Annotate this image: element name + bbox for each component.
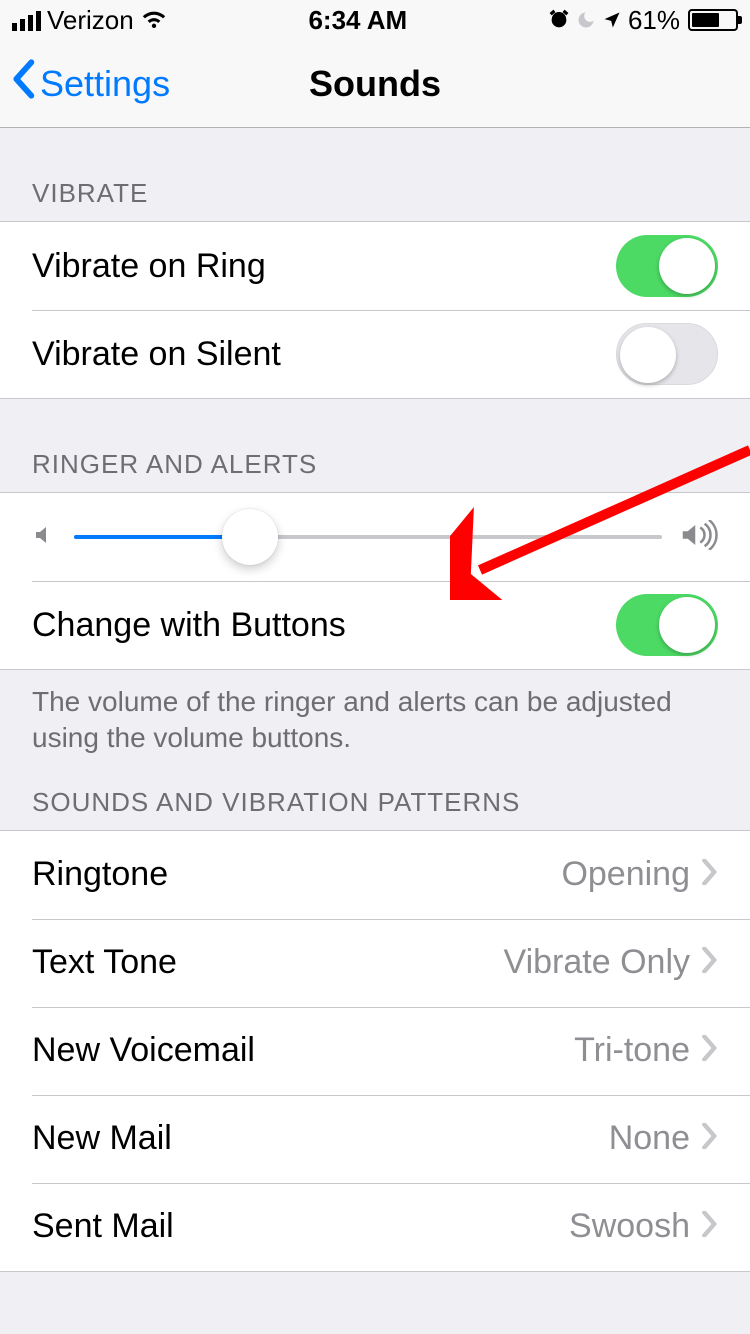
row-sound-ringtone[interactable]: Ringtone Opening — [0, 831, 750, 919]
toggle-vibrate-on-ring[interactable] — [616, 235, 718, 297]
row-sound-new-voicemail[interactable]: New Voicemail Tri-tone — [0, 1007, 750, 1095]
volume-slider[interactable] — [74, 535, 662, 539]
row-label: New Voicemail — [32, 1031, 255, 1070]
row-label: Text Tone — [32, 943, 177, 982]
section-footer-ringer: The volume of the ringer and alerts can … — [0, 670, 750, 757]
row-value: Vibrate Only — [504, 943, 690, 982]
section-header-vibrate: VIBRATE — [0, 128, 750, 221]
row-change-with-buttons[interactable]: Change with Buttons — [0, 581, 750, 669]
do-not-disturb-icon — [576, 10, 596, 30]
battery-percentage: 61% — [628, 5, 680, 36]
alarm-icon — [548, 9, 570, 31]
row-label: Vibrate on Silent — [32, 335, 281, 374]
speaker-low-icon — [32, 521, 56, 554]
wifi-icon — [140, 9, 168, 31]
back-label: Settings — [40, 63, 170, 105]
toggle-vibrate-on-silent[interactable] — [616, 323, 718, 385]
group-sounds: Ringtone Opening Text Tone Vibrate Only New … — [0, 830, 750, 1272]
status-bar: Verizon 6:34 AM 61% — [0, 0, 750, 40]
chevron-right-icon — [702, 947, 718, 978]
row-label: Sent Mail — [32, 1207, 174, 1246]
location-icon — [602, 10, 622, 30]
chevron-right-icon — [702, 1211, 718, 1242]
toggle-change-with-buttons[interactable] — [616, 594, 718, 656]
navigation-bar: Settings Sounds — [0, 40, 750, 128]
back-button[interactable]: Settings — [10, 59, 170, 108]
row-sound-text-tone[interactable]: Text Tone Vibrate Only — [0, 919, 750, 1007]
row-value: None — [609, 1119, 690, 1158]
row-label: New Mail — [32, 1119, 172, 1158]
chevron-right-icon — [702, 859, 718, 890]
chevron-right-icon — [702, 1123, 718, 1154]
section-header-ringer: RINGER AND ALERTS — [0, 399, 750, 492]
row-sound-sent-mail[interactable]: Sent Mail Swoosh — [0, 1183, 750, 1271]
slider-thumb[interactable] — [222, 509, 278, 565]
battery-icon — [686, 9, 738, 31]
group-ringer: Change with Buttons — [0, 492, 750, 670]
row-vibrate-on-silent[interactable]: Vibrate on Silent — [0, 310, 750, 398]
signal-strength-icon — [12, 9, 41, 31]
row-value: Swoosh — [569, 1207, 690, 1246]
row-sound-new-mail[interactable]: New Mail None — [0, 1095, 750, 1183]
row-value: Tri-tone — [574, 1031, 690, 1070]
speaker-high-icon — [680, 520, 718, 555]
row-label: Vibrate on Ring — [32, 247, 266, 286]
row-vibrate-on-ring[interactable]: Vibrate on Ring — [0, 222, 750, 310]
group-vibrate: Vibrate on Ring Vibrate on Silent — [0, 221, 750, 399]
chevron-left-icon — [10, 59, 36, 108]
clock: 6:34 AM — [168, 5, 548, 36]
row-volume-slider — [0, 493, 750, 581]
row-value: Opening — [561, 855, 690, 894]
section-header-sounds: SOUNDS AND VIBRATION PATTERNS — [0, 757, 750, 830]
carrier-label: Verizon — [47, 5, 134, 36]
chevron-right-icon — [702, 1035, 718, 1066]
row-label: Ringtone — [32, 855, 168, 894]
row-label: Change with Buttons — [32, 606, 346, 645]
